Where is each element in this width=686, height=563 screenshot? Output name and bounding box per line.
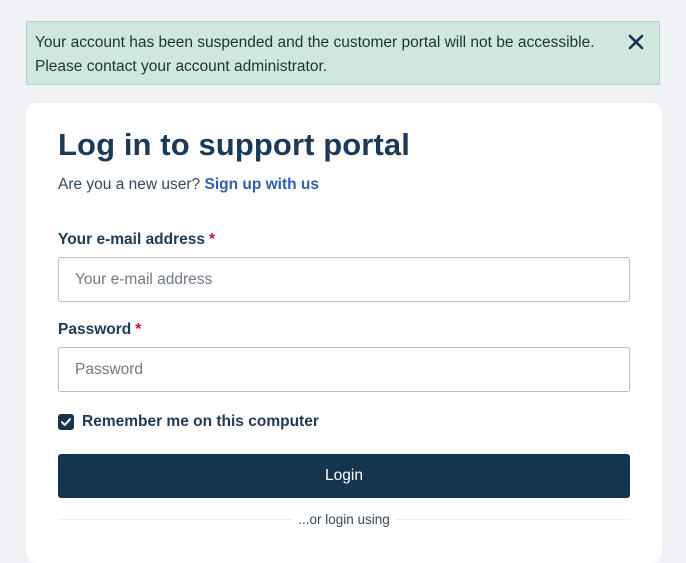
new-user-prompt: Are you a new user?	[58, 176, 201, 193]
password-field[interactable]	[58, 347, 630, 392]
remember-me-checkbox[interactable]	[58, 414, 74, 430]
new-user-line: Are you a new user? Sign up with us	[58, 176, 319, 194]
suspension-alert: Your account has been suspended and the …	[26, 21, 660, 85]
email-label: Your e-mail address *	[58, 231, 215, 249]
email-field[interactable]	[58, 257, 630, 302]
alt-login-caption: ...or login using	[26, 512, 662, 527]
alt-login-text: ...or login using	[292, 512, 396, 527]
signup-link[interactable]: Sign up with us	[204, 176, 319, 193]
login-card: Log in to support portal Are you a new u…	[26, 103, 662, 563]
password-label: Password *	[58, 321, 141, 339]
required-marker: *	[135, 321, 142, 338]
required-marker: *	[209, 231, 216, 248]
email-label-text: Your e-mail address	[58, 231, 206, 248]
alert-message: Your account has been suspended and the …	[35, 34, 595, 75]
remember-me-label: Remember me on this computer	[82, 413, 319, 430]
close-icon[interactable]	[627, 33, 645, 51]
page-title: Log in to support portal	[58, 127, 410, 162]
checkmark-icon	[61, 418, 71, 426]
password-label-text: Password	[58, 321, 132, 338]
login-button[interactable]: Login	[58, 454, 630, 498]
remember-me-toggle[interactable]: Remember me on this computer	[58, 413, 319, 431]
